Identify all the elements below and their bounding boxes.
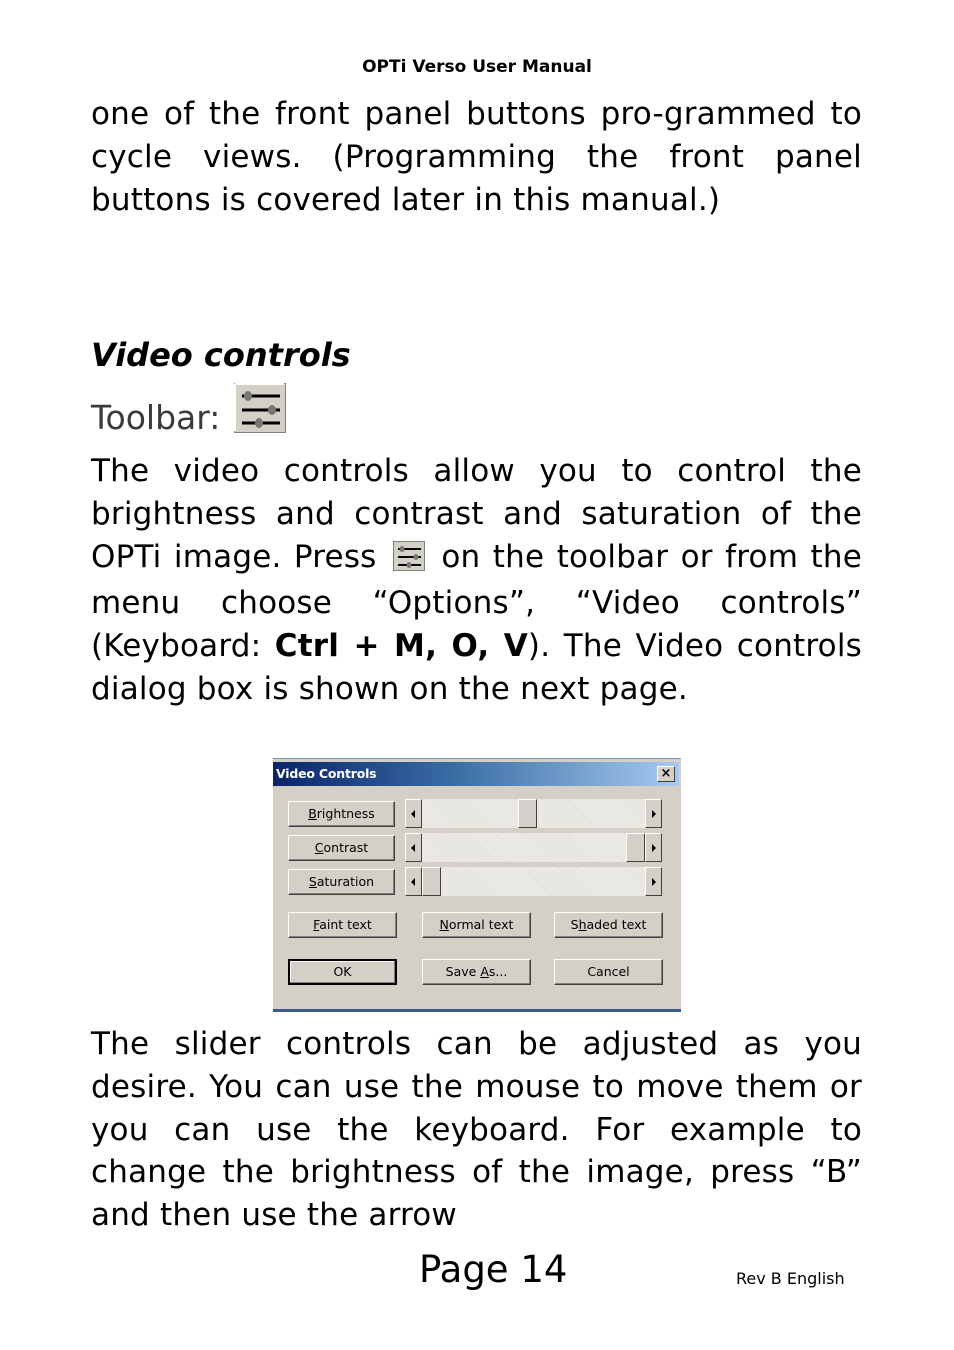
video-controls-dialog: Video Controls × Brightness Contrast Sat…: [273, 758, 681, 1012]
scroll-left-button[interactable]: [405, 833, 422, 862]
brightness-button[interactable]: Brightness: [288, 801, 395, 827]
label-post: aint text: [319, 917, 372, 932]
slider-thumb[interactable]: [626, 833, 645, 862]
scroll-left-button[interactable]: [405, 867, 422, 896]
page-number: Page 14: [419, 1248, 568, 1291]
contrast-slider[interactable]: [405, 833, 662, 862]
right-arrow-icon: [652, 878, 656, 886]
dialog-title: Video Controls: [276, 766, 377, 781]
label-post: aded text: [586, 917, 647, 932]
slider-thumb[interactable]: [517, 799, 537, 828]
label-post: s...: [488, 964, 508, 979]
revision-label: Rev B English: [736, 1269, 845, 1288]
video-controls-description: The video controls allow you to control …: [91, 450, 862, 711]
accel-key: B: [308, 806, 317, 821]
ok-button[interactable]: OK: [288, 959, 397, 985]
toolbar-reference: Toolbar:: [91, 383, 287, 453]
saturation-slider[interactable]: [405, 867, 662, 896]
label-pre: Save: [445, 964, 481, 979]
close-button[interactable]: ×: [657, 766, 675, 782]
saturation-button[interactable]: Saturation: [288, 869, 395, 895]
label-post: ormal text: [448, 917, 514, 932]
right-arrow-icon: [652, 844, 656, 852]
scroll-right-button[interactable]: [645, 867, 662, 896]
toolbar-label: Toolbar:: [91, 398, 221, 437]
brightness-slider[interactable]: [405, 799, 662, 828]
intro-paragraph: one of the front panel buttons pro-gramm…: [91, 96, 862, 218]
contrast-button[interactable]: Contrast: [288, 835, 395, 861]
slider-thumb[interactable]: [422, 867, 441, 896]
scroll-right-button[interactable]: [645, 799, 662, 828]
accel-key: h: [578, 917, 587, 932]
left-arrow-icon: [411, 810, 415, 818]
accel-key: C: [314, 840, 324, 855]
button-label: ontrast: [323, 840, 369, 855]
left-arrow-icon: [411, 878, 415, 886]
button-label: rightness: [316, 806, 375, 821]
shaded-text-button[interactable]: Shaded text: [554, 912, 663, 938]
close-icon: ×: [660, 766, 672, 781]
button-label: aturation: [316, 874, 375, 889]
video-controls-sliders-icon: [392, 540, 425, 583]
scroll-right-button[interactable]: [645, 833, 662, 862]
dialog-titlebar[interactable]: Video Controls ×: [273, 762, 679, 786]
accel-key: A: [480, 964, 489, 979]
left-arrow-icon: [411, 844, 415, 852]
right-arrow-icon: [652, 810, 656, 818]
cancel-button[interactable]: Cancel: [554, 959, 663, 985]
accel-key: N: [439, 917, 449, 932]
video-controls-sliders-icon: [234, 383, 287, 441]
section-heading: Video controls: [91, 336, 351, 374]
running-header: OPTi Verso User Manual: [362, 57, 592, 77]
scroll-left-button[interactable]: [405, 799, 422, 828]
save-as-button[interactable]: Save As...: [422, 959, 531, 985]
faint-text-button[interactable]: Faint text: [288, 912, 397, 938]
closing-paragraph: The slider controls can be adjusted as y…: [91, 1026, 862, 1234]
accel-key: S: [308, 874, 317, 889]
normal-text-button[interactable]: Normal text: [422, 912, 531, 938]
label-pre: S: [570, 917, 579, 932]
keyboard-shortcut: Ctrl + M, O, V: [274, 628, 528, 665]
